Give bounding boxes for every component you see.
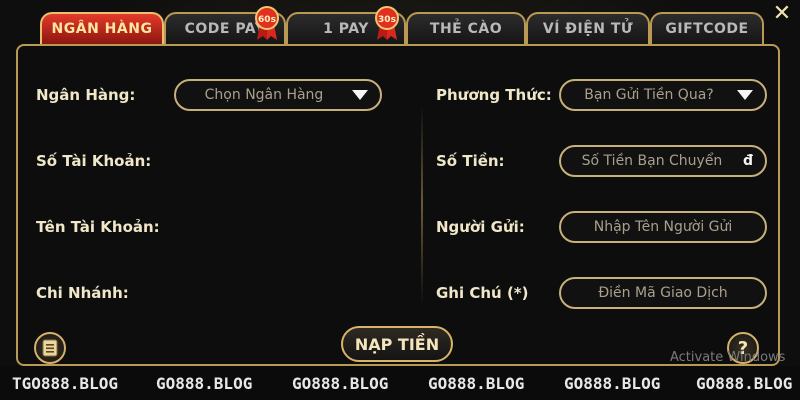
currency-symbol: đ (742, 153, 753, 169)
sender-label: Người Gửi: (436, 218, 525, 236)
tab-ngan-hang[interactable]: NGÂN HÀNG (40, 12, 164, 44)
ribbon-badge-text: 30s (378, 15, 396, 25)
footer-site-text: GO888.BLOG (428, 374, 525, 393)
tab-bar: NGÂN HÀNG CODE PAY 60s 1 PAY 30s THẺ CÀO… (40, 6, 780, 44)
chevron-down-icon (352, 90, 368, 100)
tab-label: THẺ CÀO (429, 21, 503, 37)
close-icon[interactable]: ✕ (770, 2, 794, 26)
tab-vi-dien-tu[interactable]: VÍ ĐIỆN TỬ (526, 12, 650, 44)
timer-ribbon-icon: 60s (255, 6, 279, 40)
tab-giftcode[interactable]: GIFTCODE (650, 12, 764, 44)
method-select-value: Bạn Gửi Tiền Qua? (584, 87, 714, 103)
footer-site-text: GO888.BLOG (696, 374, 793, 393)
amount-placeholder: Số Tiền Bạn Chuyển (581, 153, 723, 169)
amount-input[interactable]: Số Tiền Bạn Chuyển đ (559, 145, 767, 177)
amount-label: Số Tiền: (436, 152, 505, 170)
bank-select-value: Chọn Ngân Hàng (204, 87, 324, 103)
deposit-submit-label: NẠP TIỀN (354, 334, 440, 354)
note-input[interactable]: Điền Mã Giao Dịch (559, 277, 767, 309)
os-watermark: Activate Windows (670, 350, 786, 365)
column-divider (421, 105, 423, 305)
tab-label: VÍ ĐIỆN TỬ (542, 21, 634, 37)
tab-label: 1 PAY (323, 21, 369, 37)
account-number-label: Số Tài Khoản: (36, 152, 152, 170)
footer-site-text: GO888.BLOG (292, 374, 389, 393)
deposit-submit-button[interactable]: NẠP TIỀN (341, 326, 453, 362)
document-icon (42, 339, 58, 357)
account-name-label: Tên Tài Khoản: (36, 218, 160, 236)
tab-label: GIFTCODE (665, 21, 749, 37)
method-label: Phương Thức: (436, 86, 552, 104)
note-label: Ghi Chú (*) (436, 284, 529, 302)
footer-site-text: TGO888.BLOG (12, 374, 118, 393)
tab-label: NGÂN HÀNG (51, 21, 153, 37)
ribbon-badge-text: 60s (258, 15, 276, 25)
app-window: NGÂN HÀNG CODE PAY 60s 1 PAY 30s THẺ CÀO… (0, 0, 800, 400)
footer-strip: TGO888.BLOG GO888.BLOG GO888.BLOG GO888.… (0, 366, 800, 400)
bank-select[interactable]: Chọn Ngân Hàng (174, 79, 382, 111)
history-button[interactable] (34, 332, 66, 364)
sender-placeholder: Nhập Tên Người Gửi (593, 219, 733, 235)
bank-label: Ngân Hàng: (36, 86, 136, 104)
branch-label: Chi Nhánh: (36, 284, 129, 302)
timer-ribbon-icon: 30s (375, 6, 399, 40)
method-select[interactable]: Bạn Gửi Tiền Qua? (559, 79, 767, 111)
footer-site-text: GO888.BLOG (564, 374, 661, 393)
footer-site-text: GO888.BLOG (156, 374, 253, 393)
sender-input[interactable]: Nhập Tên Người Gửi (559, 211, 767, 243)
tab-the-cao[interactable]: THẺ CÀO (406, 12, 526, 44)
chevron-down-icon (737, 90, 753, 100)
note-placeholder: Điền Mã Giao Dịch (598, 285, 728, 301)
